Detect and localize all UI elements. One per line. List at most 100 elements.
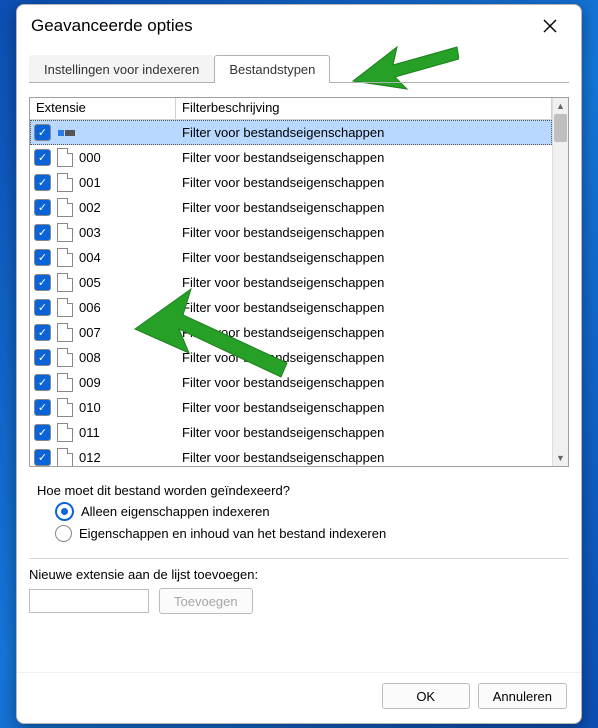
file-icon bbox=[57, 173, 73, 192]
row-checkbox[interactable]: ✓ bbox=[34, 174, 51, 191]
tab-label: Instellingen voor indexeren bbox=[44, 62, 199, 77]
table-row[interactable]: ✓ 007 Filter voor bestandseigenschappen bbox=[30, 320, 552, 345]
ok-button[interactable]: OK bbox=[382, 683, 470, 709]
row-checkbox[interactable]: ✓ bbox=[34, 299, 51, 316]
extension-label: 004 bbox=[79, 250, 101, 265]
system-file-icon bbox=[57, 126, 75, 140]
table-row[interactable]: ✓000Filter voor bestandseigenschappen bbox=[30, 145, 552, 170]
description-cell: Filter voor bestandseigenschappen bbox=[180, 300, 552, 315]
row-checkbox[interactable]: ✓ bbox=[34, 224, 51, 241]
row-checkbox[interactable]: ✓ bbox=[34, 324, 51, 341]
description-cell: Filter voor bestandseigenschappen bbox=[180, 325, 552, 340]
scroll-down-button[interactable]: ▼ bbox=[553, 450, 568, 466]
file-icon bbox=[57, 248, 73, 267]
table-row[interactable]: ✓004Filter voor bestandseigenschappen bbox=[30, 245, 552, 270]
tab-index-settings[interactable]: Instellingen voor indexeren bbox=[29, 55, 214, 83]
close-icon bbox=[543, 19, 557, 33]
add-extension-button[interactable]: Toevoegen bbox=[159, 588, 253, 614]
list-header: Extensie Filterbeschrijving bbox=[30, 98, 552, 120]
extension-cell: ✓ 000 bbox=[34, 148, 180, 167]
row-checkbox[interactable]: ✓ bbox=[34, 124, 51, 141]
file-icon bbox=[57, 323, 73, 342]
table-row[interactable]: ✓012Filter voor bestandseigenschappen bbox=[30, 445, 552, 466]
table-row[interactable]: ✓010Filter voor bestandseigenschappen bbox=[30, 395, 552, 420]
description-cell: Filter voor bestandseigenschappen bbox=[180, 375, 552, 390]
titlebar: Geavanceerde opties bbox=[17, 5, 581, 45]
separator bbox=[29, 558, 569, 559]
table-row[interactable]: ✓ 008 Filter voor bestandseigenschappen bbox=[30, 345, 552, 370]
file-icon bbox=[57, 448, 73, 466]
row-checkbox[interactable]: ✓ bbox=[34, 449, 51, 466]
extension-label: 005 bbox=[79, 275, 101, 290]
row-checkbox[interactable]: ✓ bbox=[34, 399, 51, 416]
add-extension-label: Nieuwe extensie aan de lijst toevoegen: bbox=[29, 567, 569, 582]
table-row[interactable]: ✓011Filter voor bestandseigenschappen bbox=[30, 420, 552, 445]
scroll-up-button[interactable]: ▲ bbox=[553, 98, 568, 114]
column-header-description[interactable]: Filterbeschrijving bbox=[176, 98, 552, 119]
file-icon bbox=[57, 398, 73, 417]
button-label: Toevoegen bbox=[174, 594, 238, 609]
dialog-footer: OK Annuleren bbox=[17, 672, 581, 723]
extension-label: 008 bbox=[79, 350, 101, 365]
tab-bar: Instellingen voor indexeren Bestandstype… bbox=[29, 55, 569, 83]
radio-icon bbox=[55, 502, 74, 521]
description-cell: Filter voor bestandseigenschappen bbox=[180, 350, 552, 365]
radio-label: Alleen eigenschappen indexeren bbox=[81, 504, 270, 519]
window-title: Geavanceerde opties bbox=[31, 16, 193, 36]
file-icon bbox=[57, 148, 73, 167]
extension-cell: ✓ 004 bbox=[34, 248, 180, 267]
table-row[interactable]: ✓009Filter voor bestandseigenschappen bbox=[30, 370, 552, 395]
radio-properties-and-contents[interactable]: Eigenschappen en inhoud van het bestand … bbox=[55, 525, 567, 542]
table-row[interactable]: ✓ 005 Filter voor bestandseigenschappen bbox=[30, 270, 552, 295]
scrollbar[interactable]: ▲ ▼ bbox=[552, 98, 568, 466]
extension-label: 002 bbox=[79, 200, 101, 215]
file-icon bbox=[57, 223, 73, 242]
column-header-extension[interactable]: Extensie bbox=[30, 98, 176, 119]
description-cell: Filter voor bestandseigenschappen bbox=[180, 200, 552, 215]
radio-properties-only[interactable]: Alleen eigenschappen indexeren bbox=[55, 502, 567, 521]
table-row[interactable]: ✓ 003 Filter voor bestandseigenschappen bbox=[30, 220, 552, 245]
table-row[interactable]: ✓001Filter voor bestandseigenschappen bbox=[30, 170, 552, 195]
scroll-thumb[interactable] bbox=[554, 114, 567, 142]
table-row[interactable]: ✓006Filter voor bestandseigenschappen bbox=[30, 295, 552, 320]
radio-label: Eigenschappen en inhoud van het bestand … bbox=[79, 526, 386, 541]
extension-cell: ✓ 003 bbox=[34, 223, 180, 242]
extension-label: 011 bbox=[79, 425, 100, 440]
extension-label: 000 bbox=[79, 150, 101, 165]
extension-label: 007 bbox=[79, 325, 101, 340]
row-checkbox[interactable]: ✓ bbox=[34, 424, 51, 441]
indexing-question: Hoe moet dit bestand worden geïndexeerd? bbox=[37, 483, 567, 498]
file-icon bbox=[57, 423, 73, 442]
row-checkbox[interactable]: ✓ bbox=[34, 349, 51, 366]
row-checkbox[interactable]: ✓ bbox=[34, 274, 51, 291]
description-cell: Filter voor bestandseigenschappen bbox=[180, 125, 552, 140]
button-label: OK bbox=[416, 689, 435, 704]
extension-cell: ✓ 012 bbox=[34, 448, 180, 466]
list-rows: ✓ Filter voor bestandseigenschappen ✓ 000 Fi… bbox=[30, 120, 552, 466]
table-row[interactable]: ✓ Filter voor bestandseigenschappen bbox=[30, 120, 552, 145]
table-row[interactable]: ✓ 002 Filter voor bestandseigenschappen bbox=[30, 195, 552, 220]
description-cell: Filter voor bestandseigenschappen bbox=[180, 225, 552, 240]
file-icon bbox=[57, 198, 73, 217]
tab-file-types[interactable]: Bestandstypen bbox=[214, 55, 330, 83]
dialog-advanced-options: Geavanceerde opties Instellingen voor in… bbox=[16, 4, 582, 724]
scroll-track[interactable] bbox=[553, 114, 568, 450]
extension-list: Extensie Filterbeschrijving ✓ Filter voor… bbox=[29, 97, 569, 467]
radio-icon bbox=[55, 525, 72, 542]
tab-label: Bestandstypen bbox=[229, 62, 315, 77]
extension-cell: ✓009 bbox=[34, 373, 180, 392]
cancel-button[interactable]: Annuleren bbox=[478, 683, 567, 709]
close-button[interactable] bbox=[533, 13, 567, 39]
file-icon bbox=[57, 298, 73, 317]
row-checkbox[interactable]: ✓ bbox=[34, 199, 51, 216]
extension-label: 012 bbox=[79, 450, 101, 465]
row-checkbox[interactable]: ✓ bbox=[34, 249, 51, 266]
tab-panel-filetypes: Extensie Filterbeschrijving ✓ Filter voor… bbox=[29, 83, 569, 660]
new-extension-input[interactable] bbox=[29, 589, 149, 613]
row-checkbox[interactable]: ✓ bbox=[34, 149, 51, 166]
extension-cell: ✓ bbox=[34, 124, 180, 141]
row-checkbox[interactable]: ✓ bbox=[34, 374, 51, 391]
extension-label: 003 bbox=[79, 225, 101, 240]
description-cell: Filter voor bestandseigenschappen bbox=[180, 275, 552, 290]
extension-cell: ✓ 011 bbox=[34, 423, 180, 442]
